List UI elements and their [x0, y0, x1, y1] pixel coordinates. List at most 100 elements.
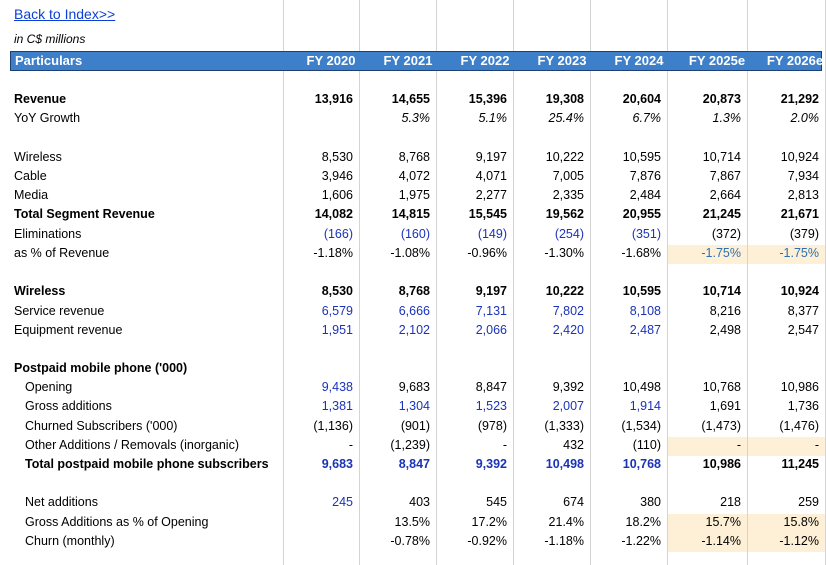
table-cell[interactable]: 2,420	[514, 322, 590, 341]
table-cell[interactable]: 25.4%	[514, 110, 590, 129]
table-cell[interactable]: 9,392	[514, 379, 590, 398]
table-cell[interactable]: -	[748, 437, 825, 456]
table-cell[interactable]: 10,595	[591, 149, 667, 168]
table-cell[interactable]: 8,530	[284, 283, 359, 302]
table-cell[interactable]: 9,438	[284, 379, 359, 398]
table-cell[interactable]: 10,924	[748, 149, 825, 168]
table-cell[interactable]: 259	[748, 494, 825, 513]
table-cell[interactable]: 380	[591, 494, 667, 513]
table-cell[interactable]: (254)	[514, 226, 590, 245]
table-cell[interactable]: 8,216	[668, 303, 747, 322]
table-cell[interactable]: 674	[514, 494, 590, 513]
table-cell[interactable]: 1.3%	[668, 110, 747, 129]
table-cell[interactable]: 8,768	[360, 283, 436, 302]
table-cell[interactable]: 7,934	[748, 168, 825, 187]
table-cell[interactable]: 10,595	[591, 283, 667, 302]
table-cell[interactable]: 8,377	[748, 303, 825, 322]
table-cell[interactable]	[284, 110, 359, 129]
table-cell[interactable]: (166)	[284, 226, 359, 245]
table-cell[interactable]: (149)	[437, 226, 513, 245]
table-cell[interactable]: -	[437, 437, 513, 456]
table-cell[interactable]: 3,946	[284, 168, 359, 187]
table-cell[interactable]: -0.78%	[360, 533, 436, 552]
table-cell[interactable]: 17.2%	[437, 514, 513, 533]
table-cell[interactable]: 2,664	[668, 187, 747, 206]
table-cell[interactable]: 9,392	[437, 456, 513, 475]
table-cell[interactable]: -1.14%	[668, 533, 747, 552]
table-cell[interactable]: -	[668, 437, 747, 456]
table-cell[interactable]: 5.1%	[437, 110, 513, 129]
table-cell[interactable]: 1,304	[360, 398, 436, 417]
table-cell[interactable]: -1.68%	[591, 245, 667, 264]
table-cell[interactable]: 6.7%	[591, 110, 667, 129]
table-cell[interactable]: 218	[668, 494, 747, 513]
table-cell[interactable]: 10,768	[668, 379, 747, 398]
table-cell[interactable]: 10,924	[748, 283, 825, 302]
table-cell[interactable]: 1,951	[284, 322, 359, 341]
table-cell[interactable]: 10,498	[591, 379, 667, 398]
table-cell[interactable]	[748, 360, 825, 379]
table-cell[interactable]: 21.4%	[514, 514, 590, 533]
table-cell[interactable]: 14,655	[360, 91, 436, 110]
table-cell[interactable]: 1,523	[437, 398, 513, 417]
table-cell[interactable]: 5.3%	[360, 110, 436, 129]
table-cell[interactable]: -1.08%	[360, 245, 436, 264]
table-cell[interactable]: -1.75%	[748, 245, 825, 264]
table-cell[interactable]: 6,666	[360, 303, 436, 322]
back-to-index-link[interactable]: Back to Index>>	[14, 6, 115, 22]
table-cell[interactable]: 11,245	[748, 456, 825, 475]
table-cell[interactable]	[437, 360, 513, 379]
table-cell[interactable]: 10,222	[514, 149, 590, 168]
table-cell[interactable]: 21,671	[748, 206, 825, 225]
table-cell[interactable]: 19,308	[514, 91, 590, 110]
table-cell[interactable]: 10,714	[668, 283, 747, 302]
table-cell[interactable]: 15.7%	[668, 514, 747, 533]
table-cell[interactable]: (351)	[591, 226, 667, 245]
table-cell[interactable]: 8,108	[591, 303, 667, 322]
table-cell[interactable]: 4,071	[437, 168, 513, 187]
table-cell[interactable]: 14,815	[360, 206, 436, 225]
table-cell[interactable]: 245	[284, 494, 359, 513]
table-cell[interactable]: 10,714	[668, 149, 747, 168]
table-cell[interactable]: 10,768	[591, 456, 667, 475]
table-cell[interactable]: 20,955	[591, 206, 667, 225]
table-cell[interactable]	[284, 514, 359, 533]
table-cell[interactable]: 20,873	[668, 91, 747, 110]
table-cell[interactable]: 19,562	[514, 206, 590, 225]
table-cell[interactable]: 10,986	[668, 456, 747, 475]
table-cell[interactable]	[284, 360, 359, 379]
table-cell[interactable]: 1,606	[284, 187, 359, 206]
table-cell[interactable]: 10,986	[748, 379, 825, 398]
table-cell[interactable]: 2,277	[437, 187, 513, 206]
table-cell[interactable]: (1,333)	[514, 418, 590, 437]
table-cell[interactable]: 545	[437, 494, 513, 513]
table-cell[interactable]: 8,847	[437, 379, 513, 398]
table-cell[interactable]: 432	[514, 437, 590, 456]
table-cell[interactable]: 9,197	[437, 283, 513, 302]
table-cell[interactable]: -1.22%	[591, 533, 667, 552]
table-cell[interactable]: 2,102	[360, 322, 436, 341]
table-cell[interactable]: 15,545	[437, 206, 513, 225]
table-cell[interactable]: -1.30%	[514, 245, 590, 264]
table-cell[interactable]: 6,579	[284, 303, 359, 322]
table-cell[interactable]: -	[284, 437, 359, 456]
table-cell[interactable]: -1.18%	[514, 533, 590, 552]
table-cell[interactable]: (978)	[437, 418, 513, 437]
table-cell[interactable]: 14,082	[284, 206, 359, 225]
table-cell[interactable]: 9,197	[437, 149, 513, 168]
table-cell[interactable]: 8,847	[360, 456, 436, 475]
table-cell[interactable]: 2,487	[591, 322, 667, 341]
table-cell[interactable]: 7,131	[437, 303, 513, 322]
table-cell[interactable]: 15.8%	[748, 514, 825, 533]
table-cell[interactable]: 7,005	[514, 168, 590, 187]
table-cell[interactable]: 1,691	[668, 398, 747, 417]
table-cell[interactable]: 4,072	[360, 168, 436, 187]
table-cell[interactable]: 403	[360, 494, 436, 513]
table-cell[interactable]: (379)	[748, 226, 825, 245]
table-cell[interactable]: (1,476)	[748, 418, 825, 437]
table-cell[interactable]: 20,604	[591, 91, 667, 110]
table-cell[interactable]: 15,396	[437, 91, 513, 110]
table-cell[interactable]	[668, 360, 747, 379]
table-cell[interactable]: (1,534)	[591, 418, 667, 437]
table-cell[interactable]: 2,066	[437, 322, 513, 341]
